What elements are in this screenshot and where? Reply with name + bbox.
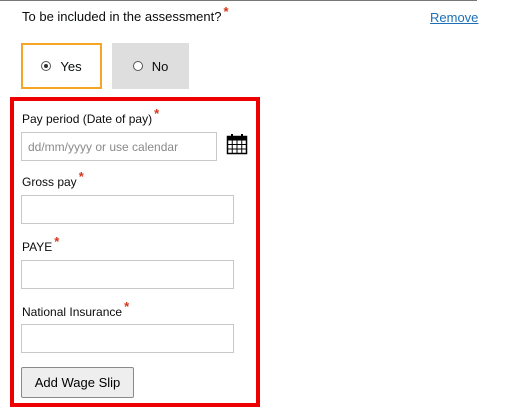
gross-pay-label: Gross pay * [22, 170, 84, 189]
required-marker: * [154, 106, 160, 121]
calendar-icon[interactable] [226, 133, 248, 155]
remove-link[interactable]: Remove [430, 10, 478, 25]
national-insurance-label: National Insurance * [22, 300, 129, 319]
pay-period-label: Pay period (Date of pay) * [22, 107, 159, 126]
radio-option-no[interactable]: No [112, 43, 189, 89]
national-insurance-label-text: National Insurance [22, 305, 123, 319]
add-wage-slip-button[interactable]: Add Wage Slip [21, 367, 134, 398]
gross-pay-label-text: Gross pay [22, 175, 77, 189]
section-divider [0, 0, 477, 1]
pay-period-label-text: Pay period (Date of pay) [22, 112, 153, 126]
required-marker: * [223, 3, 229, 19]
radio-option-no-label: No [151, 58, 169, 74]
radio-option-yes-label: Yes [60, 58, 82, 74]
required-marker: * [124, 299, 130, 314]
required-marker: * [54, 234, 60, 249]
radio-unchecked-icon[interactable] [132, 61, 143, 71]
radio-checked-icon[interactable] [41, 61, 52, 71]
paye-input[interactable] [21, 260, 234, 289]
paye-label-text: PAYE [22, 240, 53, 254]
assessment-question: To be included in the assessment? * [22, 5, 229, 24]
paye-label: PAYE * [22, 235, 59, 254]
radio-option-yes[interactable]: Yes [21, 43, 102, 89]
gross-pay-input[interactable] [21, 195, 234, 224]
pay-period-input[interactable] [21, 132, 217, 161]
required-marker: * [78, 169, 84, 184]
national-insurance-input[interactable] [21, 324, 234, 353]
assessment-question-label: To be included in the assessment? [22, 9, 222, 24]
